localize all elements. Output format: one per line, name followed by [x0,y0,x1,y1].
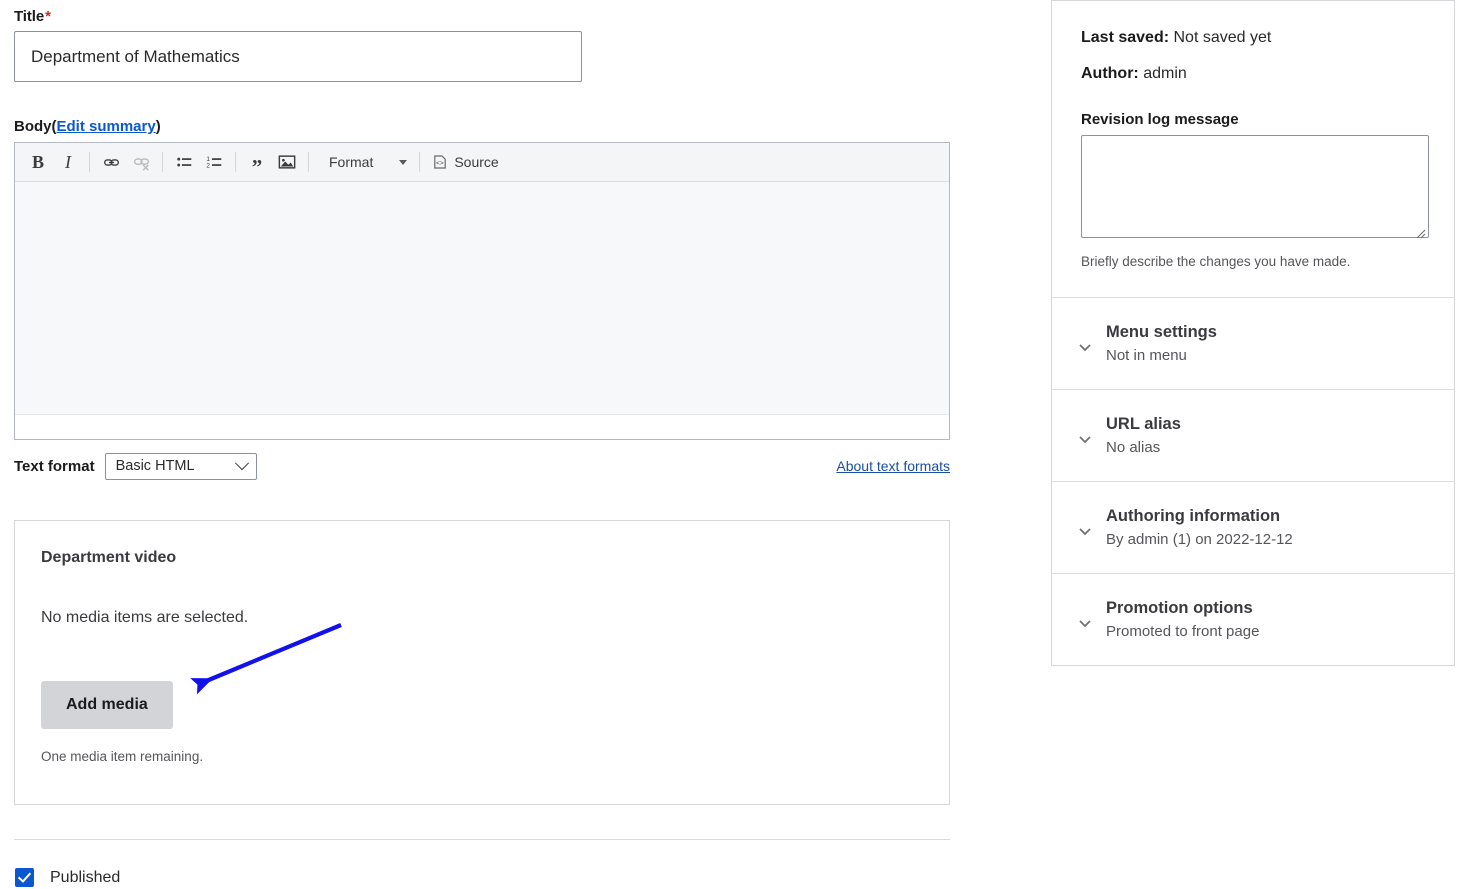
title-label-text: Title [14,8,44,25]
section-summary: Not in menu [1106,347,1434,364]
body-label: Body(Edit summary) [14,118,950,135]
add-media-button[interactable]: Add media [41,681,173,729]
svg-text:2: 2 [206,162,210,169]
chevron-down-icon [399,160,407,165]
blockquote-icon: ” [252,161,263,174]
sidebar: Last saved: Not saved yet Author: admin … [1051,0,1455,666]
published-row: Published [15,868,950,887]
revision-log-label: Revision log message [1081,111,1426,128]
title-label: Title* [14,8,950,25]
sidebar-section-url-alias[interactable]: URL alias No alias [1052,389,1454,481]
toolbar-separator [419,152,420,172]
chevron-down-icon [1077,615,1093,631]
close-paren: ) [156,118,161,135]
required-marker: * [45,8,51,25]
media-widget: Department video No media items are sele… [14,520,950,805]
media-empty-message: No media items are selected. [41,609,923,627]
editor-status-bar [15,414,949,439]
svg-text:1: 1 [206,155,210,162]
text-format-label: Text format [14,458,95,475]
last-saved-line: Last saved: Not saved yet [1081,29,1426,47]
edit-summary-link[interactable]: Edit summary [57,118,156,135]
format-dropdown-label: Format [329,154,373,170]
italic-icon: I [65,152,71,173]
body-editor: B I [14,142,950,440]
chevron-down-icon [235,456,249,470]
section-summary: By admin (1) on 2022-12-12 [1106,531,1434,548]
image-icon [278,153,296,171]
published-checkbox[interactable] [15,868,34,887]
toolbar-separator [162,152,163,172]
title-form-item: Title* [14,0,950,82]
toolbar-separator [308,152,309,172]
bold-button[interactable]: B [23,148,53,176]
revision-log-description: Briefly describe the changes you have ma… [1081,254,1426,269]
form-divider [14,839,950,840]
revision-log-textarea[interactable] [1081,135,1429,238]
editor-toolbar: B I [15,143,949,182]
body-label-text: Body [14,118,52,135]
sidebar-section-menu-settings[interactable]: Menu settings Not in menu [1052,297,1454,389]
source-button-label: Source [454,154,498,170]
about-text-formats-link[interactable]: About text formats [836,458,950,474]
source-button[interactable]: <> Source [426,148,504,176]
media-widget-title: Department video [41,549,923,567]
section-texts: URL alias No alias [1106,415,1434,456]
unlink-button [126,148,156,176]
bold-icon: B [32,152,44,173]
author-value: admin [1143,65,1187,82]
toolbar-separator [235,152,236,172]
section-summary: No alias [1106,439,1434,456]
image-button[interactable] [272,148,302,176]
section-title: Promotion options [1106,599,1434,618]
italic-button[interactable]: I [53,148,83,176]
blockquote-button[interactable]: ” [242,143,272,181]
node-meta: Last saved: Not saved yet Author: admin … [1052,1,1454,297]
bulleted-list-button[interactable] [169,148,199,176]
bulleted-list-icon [176,154,193,171]
author-line: Author: admin [1081,65,1426,83]
sidebar-sections-panel: Menu settings Not in menu URL alias No a… [1051,297,1455,666]
section-summary: Promoted to front page [1106,623,1434,640]
published-label: Published [50,869,120,887]
section-title: Authoring information [1106,507,1434,526]
text-format-select[interactable]: Basic HTML [105,453,257,480]
toolbar-separator [89,152,90,172]
source-icon: <> [432,154,448,170]
section-title: Menu settings [1106,323,1434,342]
last-saved-value: Not saved yet [1174,29,1272,46]
body-editable-area[interactable] [15,182,949,414]
text-format-selected-value: Basic HTML [116,458,195,474]
numbered-list-button[interactable]: 1 2 [199,148,229,176]
node-edit-page: Title* Body(Edit summary) B I [0,0,1465,889]
sidebar-meta-panel: Last saved: Not saved yet Author: admin … [1051,0,1455,298]
link-icon [103,154,120,171]
chevron-down-icon [1077,523,1093,539]
numbered-list-icon: 1 2 [206,154,223,171]
chevron-down-icon [1077,431,1093,447]
last-saved-label: Last saved: [1081,29,1169,46]
link-button[interactable] [96,148,126,176]
media-remaining-message: One media item remaining. [41,749,923,764]
section-texts: Authoring information By admin (1) on 20… [1106,507,1434,548]
title-input[interactable] [14,31,582,82]
sidebar-section-promotion-options[interactable]: Promotion options Promoted to front page [1052,573,1454,665]
main-form-column: Title* Body(Edit summary) B I [14,0,950,887]
section-texts: Promotion options Promoted to front page [1106,599,1434,640]
section-texts: Menu settings Not in menu [1106,323,1434,364]
text-format-row: Text format Basic HTML About text format… [14,452,950,480]
unlink-icon [133,154,150,171]
chevron-down-icon [1077,339,1093,355]
svg-text:<>: <> [436,160,444,167]
format-dropdown[interactable]: Format [319,148,413,176]
section-title: URL alias [1106,415,1434,434]
author-label: Author: [1081,65,1139,82]
sidebar-section-authoring-information[interactable]: Authoring information By admin (1) on 20… [1052,481,1454,573]
